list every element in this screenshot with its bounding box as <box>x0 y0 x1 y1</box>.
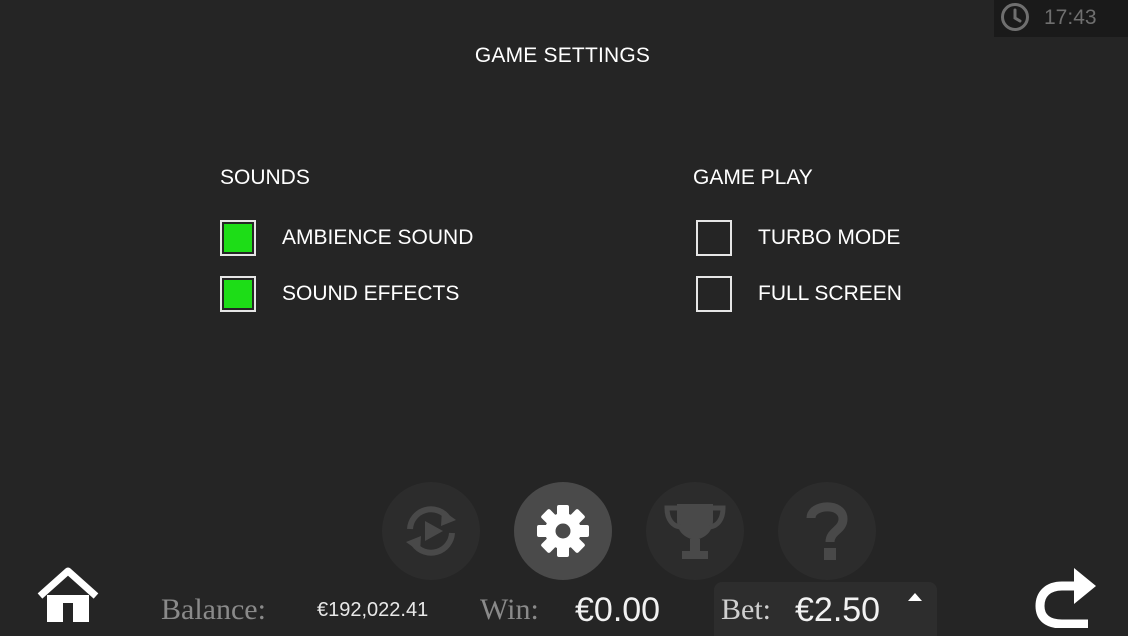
clock-icon <box>1001 3 1029 31</box>
help-button[interactable] <box>778 482 876 580</box>
caret-up-icon[interactable] <box>906 591 924 603</box>
bet-label: Bet: <box>721 593 771 626</box>
back-arrow-icon[interactable] <box>1032 564 1100 628</box>
turbo-mode-checkbox[interactable] <box>696 220 732 256</box>
full-screen-label: FULL SCREEN <box>758 282 902 305</box>
full-screen-option[interactable]: FULL SCREEN <box>696 276 902 312</box>
sound-effects-checkbox[interactable] <box>220 276 256 312</box>
ambience-sound-checkbox[interactable] <box>220 220 256 256</box>
sound-effects-label: SOUND EFFECTS <box>282 282 460 305</box>
settings-button[interactable] <box>514 482 612 580</box>
full-screen-checkbox[interactable] <box>696 276 732 312</box>
game-play-section-label: GAME PLAY <box>693 166 813 189</box>
checkbox-fill <box>224 280 252 308</box>
page-title: GAME SETTINGS <box>474 44 651 67</box>
autoplay-icon <box>406 506 456 556</box>
question-mark-icon <box>806 502 848 560</box>
trophy-button[interactable] <box>646 482 744 580</box>
checkbox-fill <box>224 224 252 252</box>
win-value: €0.00 <box>575 591 661 629</box>
balance-label: Balance: <box>161 593 266 626</box>
clock-time: 17:43 <box>1044 6 1097 29</box>
trophy-icon <box>664 504 726 559</box>
turbo-mode-label: TURBO MODE <box>758 226 901 249</box>
ambience-sound-label: AMBIENCE SOUND <box>282 226 474 249</box>
gear-icon <box>537 505 589 557</box>
ambience-sound-option[interactable]: AMBIENCE SOUND <box>220 220 473 256</box>
sound-effects-option[interactable]: SOUND EFFECTS <box>220 276 459 312</box>
win-label: Win: <box>480 593 539 626</box>
turbo-mode-option[interactable]: TURBO MODE <box>696 220 900 256</box>
sounds-section-label: SOUNDS <box>220 166 310 189</box>
balance-value: €192,022.41 <box>317 599 429 621</box>
bet-value: €2.50 <box>795 591 881 629</box>
autoplay-button[interactable] <box>382 482 480 580</box>
home-icon[interactable] <box>36 566 100 624</box>
